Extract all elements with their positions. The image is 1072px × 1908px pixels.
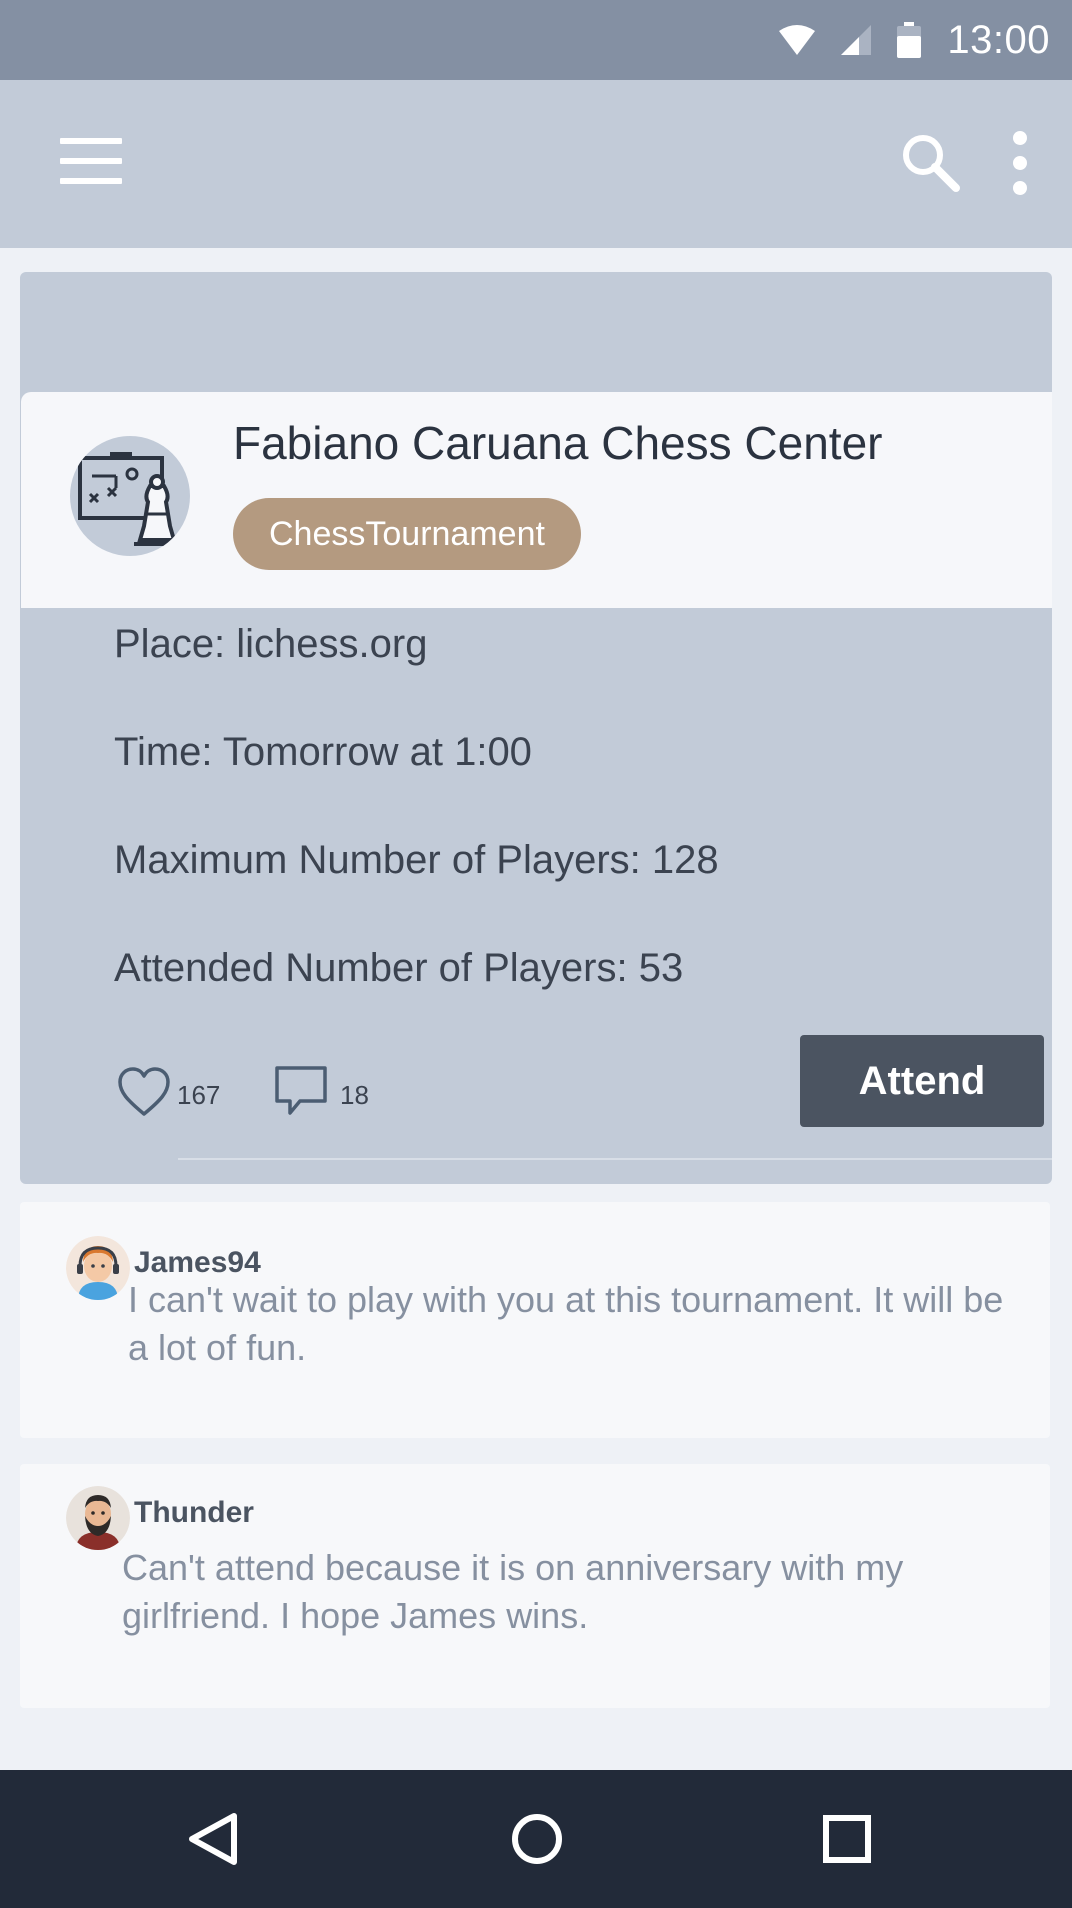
comment-author[interactable]: James94: [134, 1246, 261, 1280]
status-time: 13:00: [947, 17, 1050, 62]
home-icon[interactable]: [504, 1806, 570, 1872]
menu-icon: [60, 138, 122, 144]
menu-button[interactable]: [60, 138, 122, 184]
bearded-man-avatar-icon: [66, 1486, 130, 1550]
status-icons: 13:00: [779, 0, 1050, 80]
comment-card: James94 I can't wait to play with you at…: [20, 1202, 1050, 1438]
event-place: Place: lichess.org: [114, 622, 428, 666]
event-card: Fabiano Caruana Chess Center ChessTourna…: [20, 272, 1052, 1184]
navigation-bar: [0, 1770, 1072, 1908]
attend-button[interactable]: Attend: [800, 1035, 1044, 1127]
wifi-icon: [779, 25, 816, 55]
event-header: Fabiano Caruana Chess Center ChessTourna…: [21, 392, 1052, 608]
app-bar: [0, 80, 1072, 248]
recents-icon[interactable]: [814, 1806, 880, 1872]
battery-icon: [897, 22, 922, 58]
card-divider: [178, 1158, 1052, 1160]
comment-author[interactable]: Thunder: [134, 1496, 254, 1530]
comment-icon[interactable]: [274, 1065, 328, 1117]
more-vert-icon[interactable]: [1008, 130, 1032, 196]
comment-card: Thunder Can't attend because it is on an…: [20, 1464, 1050, 1708]
avatar[interactable]: [66, 1486, 130, 1550]
avatar[interactable]: [66, 1236, 130, 1300]
chess-strategy-icon: [78, 452, 180, 546]
event-tag[interactable]: ChessTournament: [233, 498, 581, 570]
gamer-avatar-icon: [66, 1236, 130, 1300]
heart-icon[interactable]: [117, 1066, 171, 1118]
comment-text: Can't attend because it is on anniversar…: [122, 1547, 904, 1636]
back-icon[interactable]: [180, 1806, 246, 1872]
search-icon[interactable]: [900, 132, 960, 192]
comment-text: I can't wait to play with you at this to…: [128, 1279, 1004, 1368]
event-attended-players: Attended Number of Players: 53: [114, 946, 684, 990]
cell-signal-icon: [841, 25, 872, 55]
event-organizer-title: Fabiano Caruana Chess Center: [233, 417, 883, 469]
like-count: 167: [177, 1080, 221, 1110]
organizer-avatar[interactable]: [70, 436, 190, 556]
event-max-players: Maximum Number of Players: 128: [114, 838, 719, 882]
status-bar: 13:00: [0, 0, 1072, 80]
comment-count: 18: [340, 1080, 369, 1110]
event-time: Time: Tomorrow at 1:00: [114, 730, 532, 774]
